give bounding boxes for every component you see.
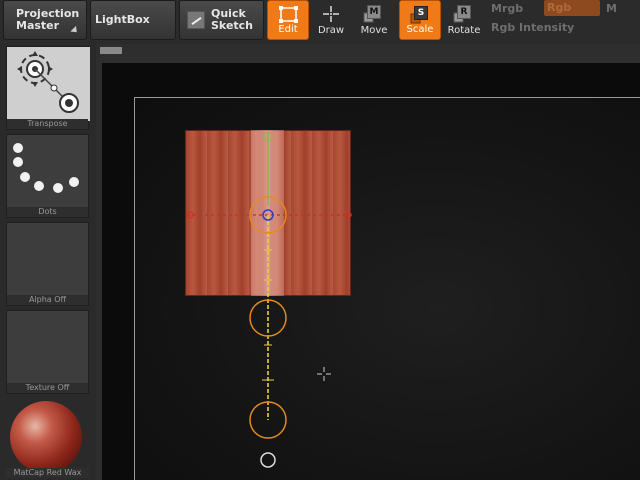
end-marker-circle	[260, 452, 276, 468]
cursor-crosshair-icon	[317, 367, 331, 381]
transpose-action-line[interactable]	[0, 0, 640, 480]
